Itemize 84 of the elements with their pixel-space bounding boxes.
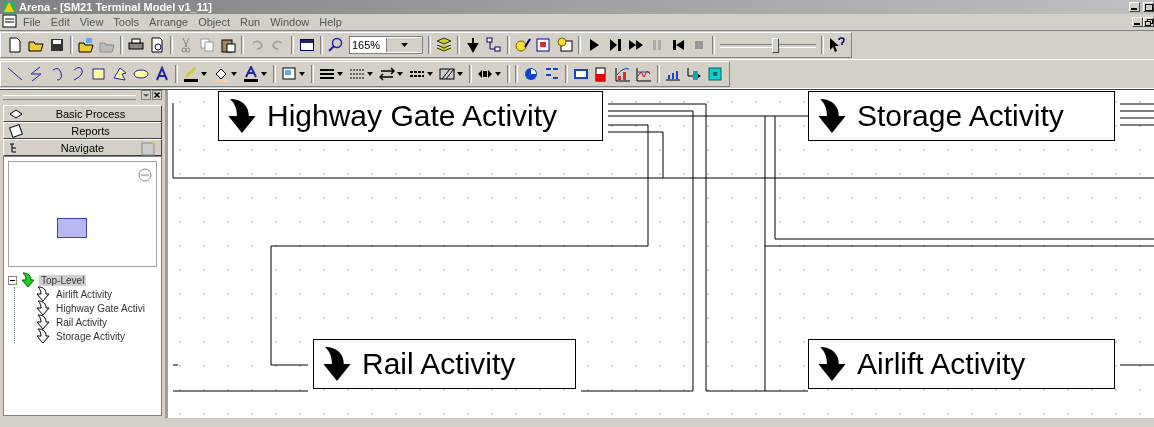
help-pointer-icon[interactable]: [829, 37, 845, 53]
fill-color-icon[interactable]: [213, 66, 229, 82]
overview-thumbnail[interactable]: [8, 161, 157, 267]
dropdown-arrow-icon: [401, 42, 410, 48]
report-icon[interactable]: [8, 122, 24, 139]
model-canvas[interactable]: Highway Gate Activity Storage Activity Rail Activity Airlift Activity: [168, 90, 1154, 418]
menu-item[interactable]: Object: [193, 16, 235, 28]
connector-line: [1119, 364, 1154, 366]
submodel-arrow-icon[interactable]: [35, 300, 51, 316]
open-template-icon[interactable]: [78, 37, 94, 53]
connect-arrow-icon[interactable]: [465, 37, 481, 53]
zoom-out-icon[interactable]: [138, 168, 152, 184]
menu-item[interactable]: Help: [314, 16, 347, 28]
line-width-icon[interactable]: [319, 66, 335, 82]
text-tool-icon[interactable]: [154, 66, 170, 82]
panel-section-tab[interactable]: Basic Process: [3, 105, 162, 122]
step-icon[interactable]: [607, 37, 623, 53]
menu-item[interactable]: Arrange: [144, 16, 194, 28]
process-module[interactable]: Rail Activity: [313, 339, 576, 389]
polyline-tool-icon[interactable]: [28, 66, 44, 82]
collapse-icon[interactable]: [8, 275, 17, 285]
submodel-arrow-icon[interactable]: [35, 314, 51, 330]
panel-section-tab[interactable]: Navigate: [3, 139, 162, 156]
flowchart-icon[interactable]: [486, 37, 502, 53]
variable-icon[interactable]: [573, 66, 589, 82]
menu-item[interactable]: View: [74, 16, 109, 28]
line-color-icon[interactable]: [183, 66, 199, 82]
tree-item[interactable]: Rail Activity: [54, 316, 110, 328]
process-module[interactable]: Highway Gate Activity: [218, 91, 603, 141]
print-preview-icon[interactable]: [149, 37, 165, 53]
submodel-arrow-icon[interactable]: [35, 328, 51, 344]
submodel-arrow-icon[interactable]: [35, 286, 51, 302]
fill-pattern-icon[interactable]: [439, 66, 455, 82]
speed-slider[interactable]: [720, 37, 816, 53]
line-style-icon[interactable]: [349, 66, 365, 82]
thumbnail-module: [57, 218, 87, 238]
arrow-style-icon[interactable]: [379, 66, 395, 82]
maximize-icon: [1144, 3, 1153, 11]
restore-button[interactable]: [1143, 17, 1154, 27]
tree-item[interactable]: Airlift Activity: [54, 288, 115, 300]
clock-icon[interactable]: [523, 66, 539, 82]
rectangle-tool-icon[interactable]: [91, 66, 107, 82]
menu-item[interactable]: Tools: [108, 16, 145, 28]
station-icon[interactable]: [707, 66, 723, 82]
menu-item[interactable]: Edit: [45, 16, 75, 28]
transfer-icon[interactable]: [686, 66, 702, 82]
calendar-clock-icon[interactable]: [557, 37, 573, 53]
process-module[interactable]: Airlift Activity: [808, 339, 1115, 389]
tree-item[interactable]: Highway Gate Activi: [54, 302, 147, 314]
line-tool-icon[interactable]: [7, 66, 23, 82]
model-arrow-icon[interactable]: [20, 272, 36, 288]
polygon-tool-icon[interactable]: [112, 66, 128, 82]
histogram-icon[interactable]: [615, 66, 631, 82]
menu-item[interactable]: Window: [265, 16, 315, 28]
new-file-icon[interactable]: [7, 37, 23, 53]
menu-item[interactable]: File: [18, 16, 46, 28]
minimize-button[interactable]: [1129, 2, 1140, 12]
window-background-icon[interactable]: [281, 66, 297, 82]
ellipse-tool-icon[interactable]: [133, 66, 149, 82]
menu-item[interactable]: Run: [235, 16, 266, 28]
tree-item[interactable]: Top-Level: [39, 274, 87, 286]
rewind-icon[interactable]: [670, 37, 686, 53]
window-title: Arena - [SM21 Terminal Model v1_11]: [19, 1, 213, 13]
save-icon[interactable]: [49, 37, 65, 53]
process-module[interactable]: Storage Activity: [808, 91, 1115, 141]
clock-edit-icon[interactable]: [515, 37, 531, 53]
document-menu-icon[interactable]: [2, 14, 18, 30]
plot-icon[interactable]: [636, 66, 652, 82]
new-template-icon[interactable]: [141, 139, 157, 156]
panel-section-tab[interactable]: Reports: [3, 122, 162, 139]
tree-item[interactable]: Storage Activity: [54, 330, 127, 342]
print-icon[interactable]: [128, 37, 144, 53]
connector-line: [172, 364, 179, 366]
arena-logo-icon[interactable]: [2, 0, 16, 15]
form-icon[interactable]: [536, 37, 552, 53]
window-layout-icon[interactable]: [299, 37, 315, 53]
date-icon[interactable]: [544, 66, 560, 82]
zoom-icon[interactable]: [328, 37, 344, 53]
zoom-dropdown[interactable]: 165%: [349, 36, 423, 54]
fast-forward-icon[interactable]: [628, 37, 644, 53]
layers-icon[interactable]: [436, 37, 452, 53]
text-color-icon[interactable]: [243, 66, 259, 82]
maximize-button[interactable]: [1143, 2, 1154, 12]
paste-icon[interactable]: [220, 37, 236, 53]
